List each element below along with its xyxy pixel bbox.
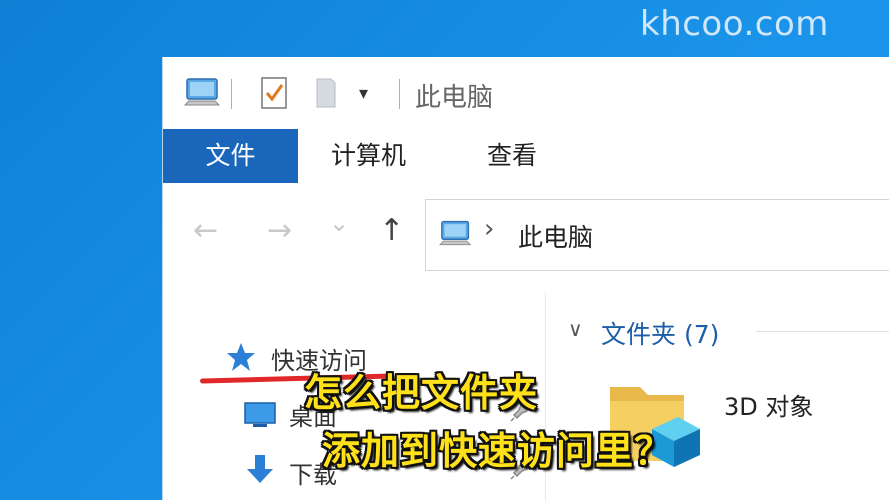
separator bbox=[231, 79, 232, 109]
address-text: 此电脑 bbox=[518, 223, 594, 252]
ribbon-tabs: 文件 计算机 查看 bbox=[163, 129, 889, 184]
subtitle-line-1: 怎么把文件夹 bbox=[304, 371, 539, 415]
tab-computer[interactable]: 计算机 bbox=[331, 129, 406, 183]
tab-view[interactable]: 查看 bbox=[487, 129, 537, 183]
up-button[interactable]: ↑ bbox=[379, 213, 404, 248]
address-bar[interactable]: › 此电脑 bbox=[425, 199, 889, 271]
desktop-icon bbox=[243, 399, 277, 433]
folder-label-3d-objects[interactable]: 3D 对象 bbox=[724, 387, 813, 422]
tab-file[interactable]: 文件 bbox=[163, 129, 298, 183]
title-bar: ▾ 此电脑 bbox=[163, 57, 889, 129]
window-title: 此电脑 bbox=[415, 83, 494, 113]
new-folder-icon[interactable] bbox=[313, 75, 341, 115]
navigation-bar: ← → ⌄ ↑ › 此电脑 bbox=[163, 183, 889, 293]
folders-group-header[interactable]: 文件夹 (7) bbox=[601, 315, 719, 351]
subtitle-line-2: 添加到快速访问里？ bbox=[322, 429, 674, 473]
this-pc-icon[interactable] bbox=[183, 75, 223, 115]
group-header-rule bbox=[756, 331, 889, 332]
collapse-chevron-icon[interactable]: ∨ bbox=[568, 317, 583, 341]
back-button[interactable]: ← bbox=[193, 213, 218, 248]
star-icon bbox=[225, 341, 257, 377]
address-chevron-icon[interactable]: › bbox=[484, 214, 494, 244]
forward-button[interactable]: → bbox=[267, 213, 292, 248]
downloads-arrow-icon bbox=[245, 453, 275, 491]
customize-qat-dropdown[interactable]: ▾ bbox=[359, 83, 368, 104]
properties-icon[interactable] bbox=[259, 75, 291, 115]
this-pc-icon bbox=[438, 218, 474, 254]
separator bbox=[399, 79, 400, 109]
recent-locations-button[interactable]: ⌄ bbox=[329, 209, 349, 237]
watermark: khcoo.com bbox=[640, 4, 829, 44]
